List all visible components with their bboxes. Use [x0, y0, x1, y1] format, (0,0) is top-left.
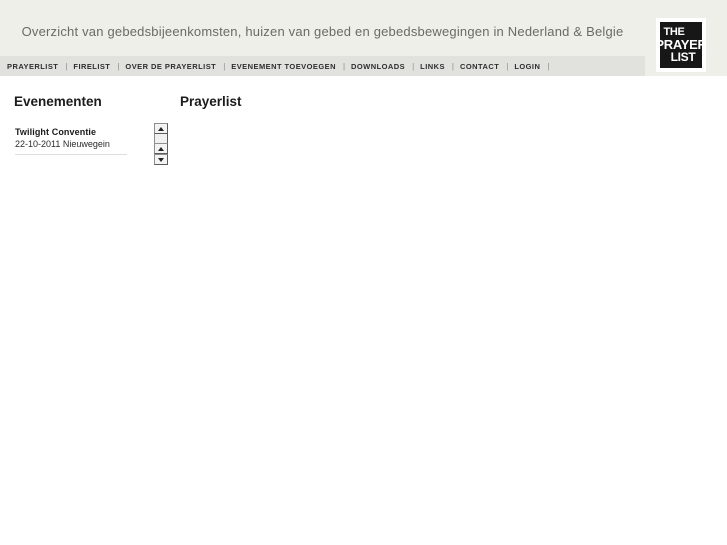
nav-separator: |: [451, 61, 454, 71]
logo-inner: THE PRAYER LIST: [655, 21, 707, 69]
nav-separator: |: [342, 61, 346, 71]
prayerlist-column-heading: Prayerlist: [180, 94, 242, 109]
event-title: Twilight Conventie: [15, 127, 97, 137]
nav-separator: |: [412, 61, 415, 71]
nav-separator: |: [117, 61, 120, 71]
nav-item-links[interactable]: LINKS: [420, 62, 445, 71]
nav-item-firelist[interactable]: FIRELIST: [73, 62, 110, 71]
nav-separator: |: [506, 61, 509, 71]
scroll-up-button-bottom[interactable]: [154, 143, 168, 154]
nav-separator: |: [223, 61, 226, 71]
main-navigation: PRAYERLIST | FIRELIST | OVER DE PRAYERLI…: [0, 56, 645, 76]
nav-item-downloads[interactable]: DOWNLOADS: [351, 62, 405, 71]
nav-item-over-de-prayerlist[interactable]: OVER DE PRAYERLIST: [125, 62, 216, 71]
nav-item-login[interactable]: LOGIN: [514, 62, 540, 71]
scroll-up-icon: [158, 146, 164, 151]
nav-item-evenement-toevoegen[interactable]: EVENEMENT TOEVOEGEN: [231, 62, 336, 71]
nav-item-prayerlist[interactable]: PRAYERLIST: [7, 62, 58, 71]
nav-separator: |: [547, 61, 550, 71]
scroll-track[interactable]: [154, 134, 168, 143]
logo-line-list: LIST: [670, 50, 696, 64]
site-tagline: Overzicht van gebedsbijeenkomsten, huize…: [21, 24, 624, 39]
events-column-heading: Evenementen: [14, 94, 102, 109]
events-panel: Twilight Conventie 22-10-2011 Nieuwegein: [13, 124, 168, 159]
nav-item-contact[interactable]: CONTACT: [460, 62, 499, 71]
events-scroll-controls: [154, 123, 168, 165]
main-content: Evenementen Prayerlist Twilight Conventi…: [0, 76, 727, 545]
site-logo[interactable]: THE PRAYER LIST: [655, 18, 707, 72]
list-item[interactable]: Twilight Conventie 22-10-2011 Nieuwegein: [15, 126, 127, 155]
scroll-down-button[interactable]: [154, 154, 168, 165]
nav-separator: |: [65, 61, 68, 71]
scroll-up-icon: [158, 126, 164, 131]
scroll-down-icon: [158, 157, 164, 162]
events-list: Twilight Conventie 22-10-2011 Nieuwegein: [13, 124, 127, 159]
event-meta: 22-10-2011 Nieuwegein: [15, 139, 110, 149]
scroll-up-button-top[interactable]: [154, 123, 168, 134]
